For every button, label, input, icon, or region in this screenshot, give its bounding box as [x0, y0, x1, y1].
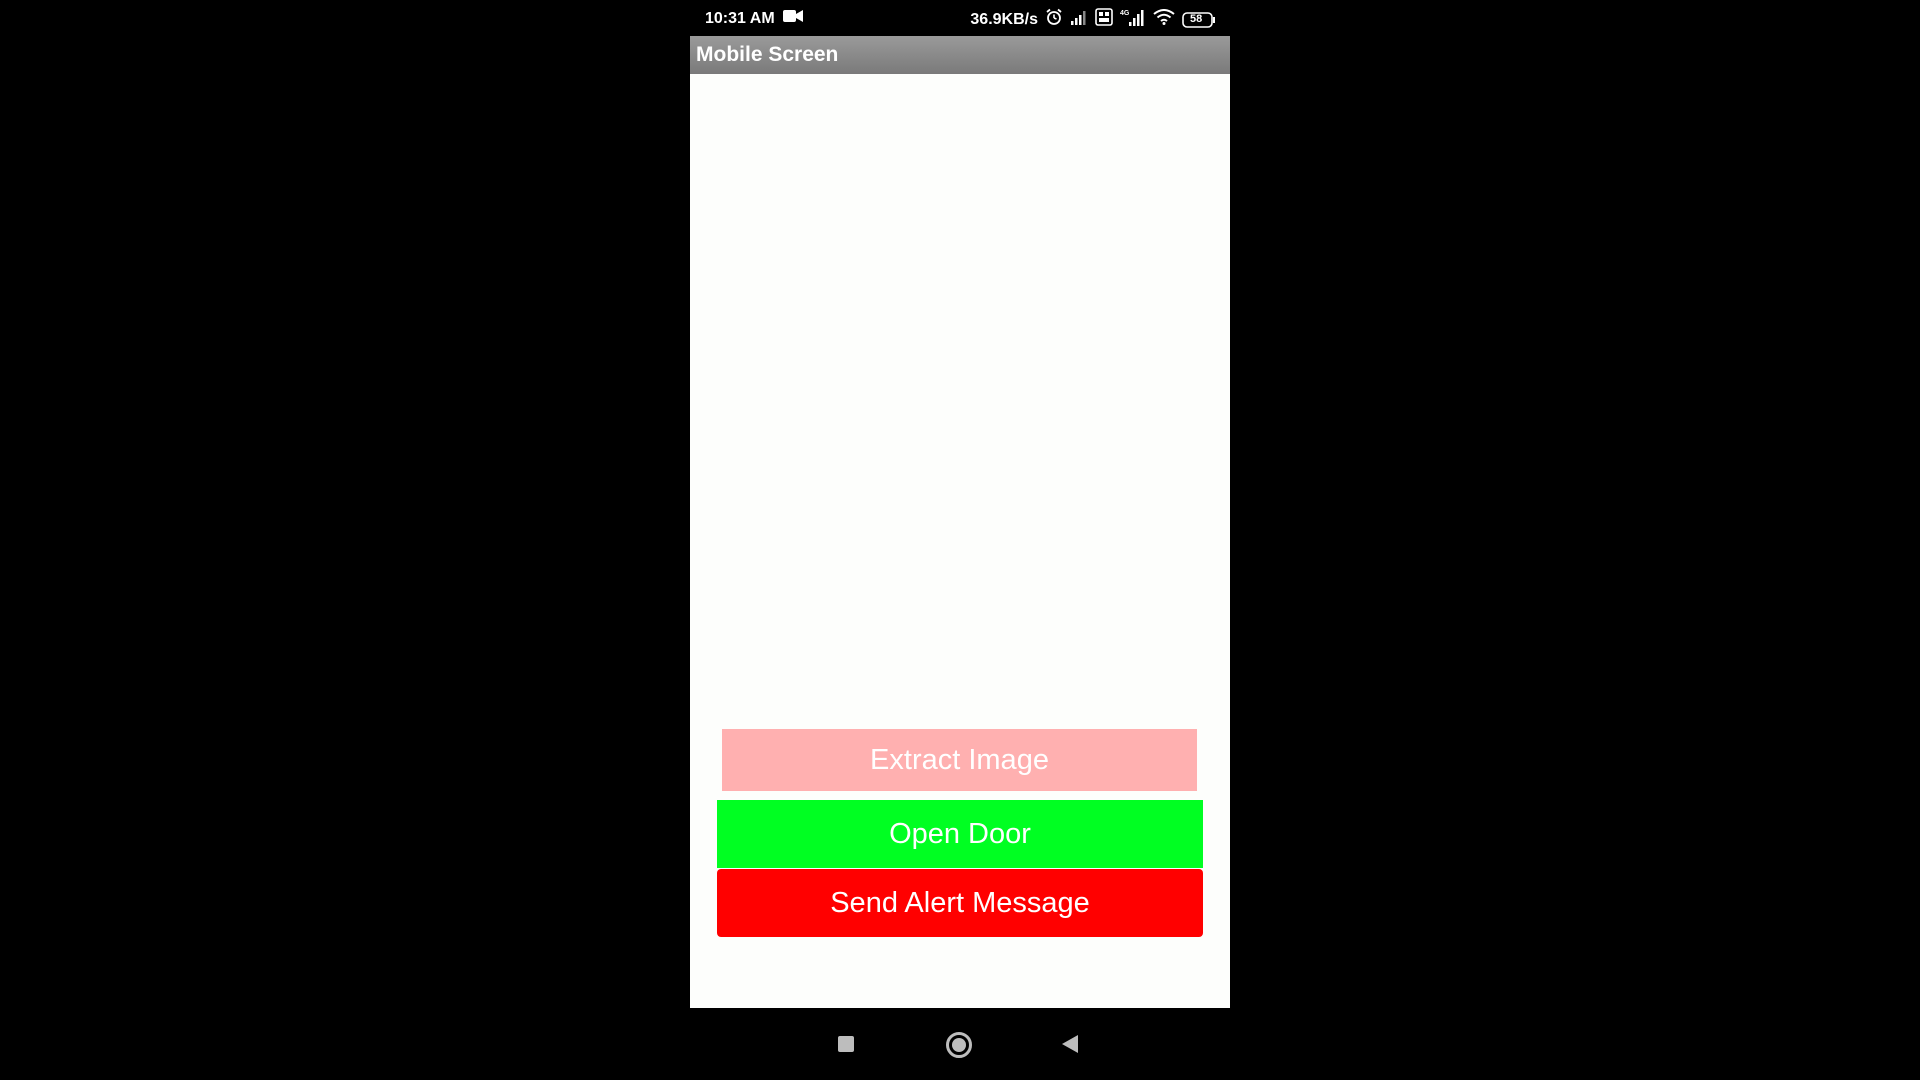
video-camera-icon: [782, 9, 803, 28]
back-icon[interactable]: [1062, 1035, 1078, 1053]
alarm-icon: [1045, 8, 1063, 31]
status-right: 36.9KB/s 4G 58: [970, 8, 1216, 31]
phone-screen: 10:31 AM 36.9KB/s 4G 58 Mobile Screen Ex…: [690, 0, 1230, 1080]
volte-icon: [1095, 8, 1113, 31]
status-left: 10:31 AM: [705, 9, 803, 28]
battery-level: 58: [1190, 12, 1203, 25]
status-bar: 10:31 AM 36.9KB/s 4G 58: [690, 0, 1230, 36]
signal-icon: [1070, 9, 1088, 30]
app-content: Extract Image Open Door Send Alert Messa…: [690, 74, 1230, 1008]
network-speed: 36.9KB/s: [970, 10, 1038, 28]
wifi-icon: [1153, 9, 1175, 30]
extract-image-button[interactable]: Extract Image: [722, 729, 1197, 791]
app-title: Mobile Screen: [696, 43, 839, 66]
status-time: 10:31 AM: [705, 9, 775, 27]
svg-text:4G: 4G: [1120, 10, 1130, 17]
4g-signal-icon: 4G: [1120, 8, 1146, 31]
navigation-bar: [690, 1008, 1230, 1080]
open-door-button[interactable]: Open Door: [717, 800, 1203, 868]
send-alert-message-button[interactable]: Send Alert Message: [717, 869, 1203, 937]
app-title-bar: Mobile Screen: [690, 36, 1230, 74]
recent-apps-icon[interactable]: [838, 1036, 854, 1052]
battery-icon: 58: [1182, 11, 1216, 28]
home-icon[interactable]: [946, 1032, 972, 1058]
